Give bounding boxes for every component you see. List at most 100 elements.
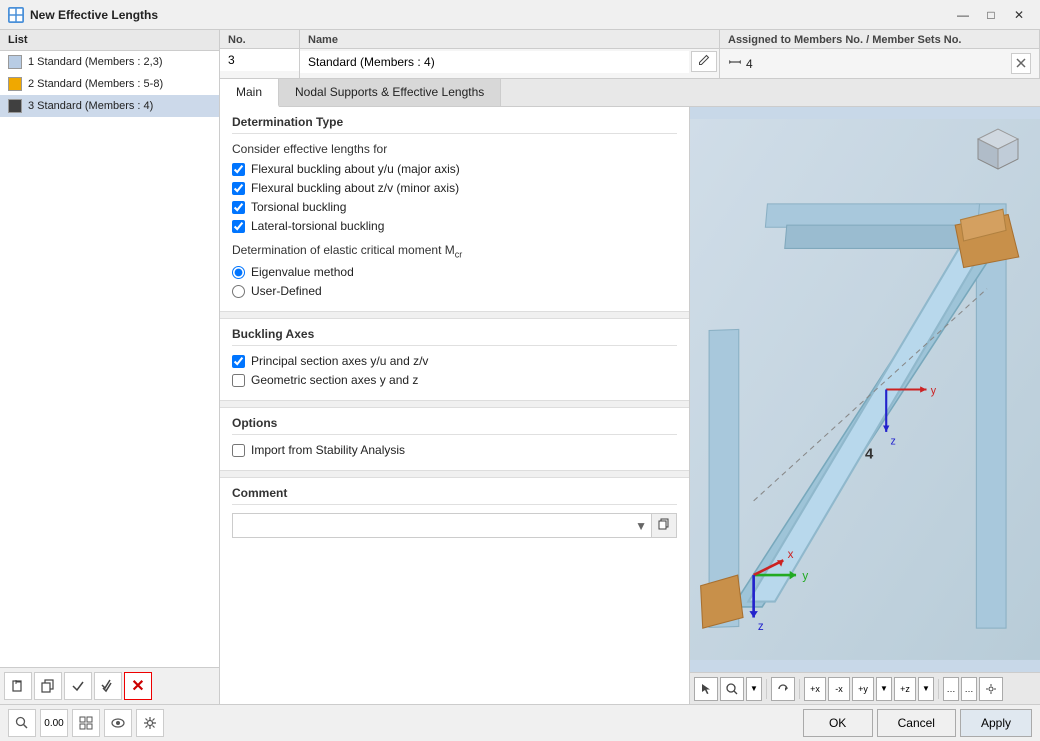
vp-separator-2 — [799, 679, 800, 699]
vp-separator-3 — [938, 679, 939, 699]
check-button[interactable] — [64, 672, 92, 700]
name-edit-button[interactable] — [691, 51, 717, 72]
options-section: Options Import from Stability Analysis — [220, 408, 689, 470]
delete-button[interactable]: ✕ — [124, 672, 152, 700]
vp-dropdown3-button[interactable]: ▼ — [918, 677, 934, 701]
list-items: 1 Standard (Members : 2,3) 2 Standard (M… — [0, 51, 219, 667]
buckling-axes-title: Buckling Axes — [232, 327, 677, 346]
assigned-label: Assigned to Members No. / Member Sets No… — [720, 30, 1039, 49]
name-group: Name Standard (Members : 4) — [300, 30, 720, 78]
checkbox-import-stability-input[interactable] — [232, 444, 245, 457]
mcr-label: Determination of elastic critical moment… — [232, 243, 677, 259]
left-panel: List 1 Standard (Members : 2,3) 2 Standa… — [0, 30, 220, 704]
3d-viewport: 4 y x — [690, 107, 1040, 704]
tabs-row: Main Nodal Supports & Effective Lengths — [220, 79, 1040, 107]
svg-text:4: 4 — [865, 446, 874, 462]
checkbox-flex-yu-label: Flexural buckling about y/u (major axis) — [251, 162, 460, 176]
apply-button[interactable]: Apply — [960, 709, 1032, 737]
item-color-2 — [8, 77, 22, 91]
3d-scene: 4 y x — [690, 107, 1040, 672]
new-button[interactable] — [4, 672, 32, 700]
item-color-1 — [8, 55, 22, 69]
window-controls: — □ ✕ — [950, 5, 1032, 25]
display-button[interactable] — [104, 709, 132, 737]
name-input[interactable]: Standard (Members : 4) — [300, 51, 689, 73]
content-area: List 1 Standard (Members : 2,3) 2 Standa… — [0, 30, 1040, 704]
consider-label: Consider effective lengths for — [232, 142, 677, 156]
checkbox-torsional-input[interactable] — [232, 201, 245, 214]
determination-type-section: Determination Type Consider effective le… — [220, 107, 689, 311]
vp-settings-button[interactable] — [979, 677, 1003, 701]
comment-select[interactable] — [233, 515, 631, 537]
checkbox-flex-zv: Flexural buckling about z/v (minor axis) — [232, 181, 677, 195]
vp-xplus-button[interactable]: +x — [804, 677, 826, 701]
no-input[interactable]: 3 — [228, 53, 288, 67]
list-item[interactable]: 1 Standard (Members : 2,3) — [0, 51, 219, 73]
radio-user-defined: User-Defined — [232, 284, 677, 298]
checkbox-import-stability-label: Import from Stability Analysis — [251, 443, 405, 457]
mcr-section: Determination of elastic critical moment… — [232, 243, 677, 298]
checkbox-flex-zv-input[interactable] — [232, 182, 245, 195]
section-divider-1 — [220, 311, 689, 319]
assigned-group: Assigned to Members No. / Member Sets No… — [720, 30, 1040, 78]
no-field: 3 — [220, 49, 299, 71]
tab-nodal[interactable]: Nodal Supports & Effective Lengths — [279, 79, 501, 106]
checkbox-geometric: Geometric section axes y and z — [232, 373, 677, 387]
vp-more1-button[interactable]: … — [943, 677, 959, 701]
vp-separator-1 — [766, 679, 767, 699]
checkbox-lateral: Lateral-torsional buckling — [232, 219, 677, 233]
section-divider-2 — [220, 400, 689, 408]
main-content-area: Determination Type Consider effective le… — [220, 107, 1040, 704]
list-item-label-1: 1 Standard (Members : 2,3) — [28, 56, 163, 68]
svg-text:x: x — [788, 548, 794, 561]
no-group: No. 3 — [220, 30, 300, 78]
viewport-toolbar: ▼ +x -x +y ▼ +z ▼ … … — [690, 672, 1040, 704]
search-button[interactable] — [8, 709, 36, 737]
vp-select-button[interactable] — [694, 677, 718, 701]
vp-more2-button[interactable]: … — [961, 677, 977, 701]
list-item[interactable]: 3 Standard (Members : 4) — [0, 95, 219, 117]
tab-main[interactable]: Main — [220, 79, 279, 107]
item-color-3 — [8, 99, 22, 113]
mcr-subscript: cr — [455, 249, 463, 259]
list-item[interactable]: 2 Standard (Members : 5-8) — [0, 73, 219, 95]
members-button[interactable] — [72, 709, 100, 737]
vp-rotate-button[interactable] — [771, 677, 795, 701]
vp-xminus-button[interactable]: -x — [828, 677, 850, 701]
checkbox-principal: Principal section axes y/u and z/v — [232, 354, 677, 368]
close-button[interactable]: ✕ — [1006, 5, 1032, 25]
copy-button[interactable] — [34, 672, 62, 700]
options-title: Options — [232, 416, 677, 435]
radio-user-defined-input[interactable] — [232, 285, 245, 298]
assigned-value: 4 — [720, 49, 1039, 78]
vp-yplus-button[interactable]: +y — [852, 677, 874, 701]
comment-copy-button[interactable] — [651, 514, 676, 537]
svg-text:z: z — [890, 436, 895, 448]
checkbox-lateral-input[interactable] — [232, 220, 245, 233]
checkbox-lateral-label: Lateral-torsional buckling — [251, 219, 384, 233]
vp-zoom-button[interactable] — [720, 677, 744, 701]
radio-eigenvalue-input[interactable] — [232, 266, 245, 279]
assigned-clear-button[interactable] — [1011, 53, 1031, 74]
decimal-button[interactable]: 0.00 — [40, 709, 68, 737]
checkbox-principal-label: Principal section axes y/u and z/v — [251, 354, 428, 368]
check2-button[interactable] — [94, 672, 122, 700]
radio-eigenvalue-label: Eigenvalue method — [251, 265, 354, 279]
ok-button[interactable]: OK — [803, 709, 873, 737]
svg-text:y: y — [802, 569, 808, 582]
vp-dropdown1-button[interactable]: ▼ — [746, 677, 762, 701]
cancel-button[interactable]: Cancel — [877, 709, 956, 737]
right-area: No. 3 Name Standard (Members : 4) A — [220, 30, 1040, 704]
settings-button[interactable] — [136, 709, 164, 737]
checkbox-flex-yu-input[interactable] — [232, 163, 245, 176]
checkbox-geometric-input[interactable] — [232, 374, 245, 387]
main-layout: List 1 Standard (Members : 2,3) 2 Standa… — [0, 30, 1040, 741]
vp-dropdown2-button[interactable]: ▼ — [876, 677, 892, 701]
vp-zplus-button[interactable]: +z — [894, 677, 916, 701]
checkbox-flex-zv-label: Flexural buckling about z/v (minor axis) — [251, 181, 459, 195]
comment-input-wrapper: ▼ — [232, 513, 677, 538]
minimize-button[interactable]: — — [950, 5, 976, 25]
maximize-button[interactable]: □ — [978, 5, 1004, 25]
viewport-cube[interactable] — [968, 119, 1028, 179]
checkbox-principal-input[interactable] — [232, 355, 245, 368]
